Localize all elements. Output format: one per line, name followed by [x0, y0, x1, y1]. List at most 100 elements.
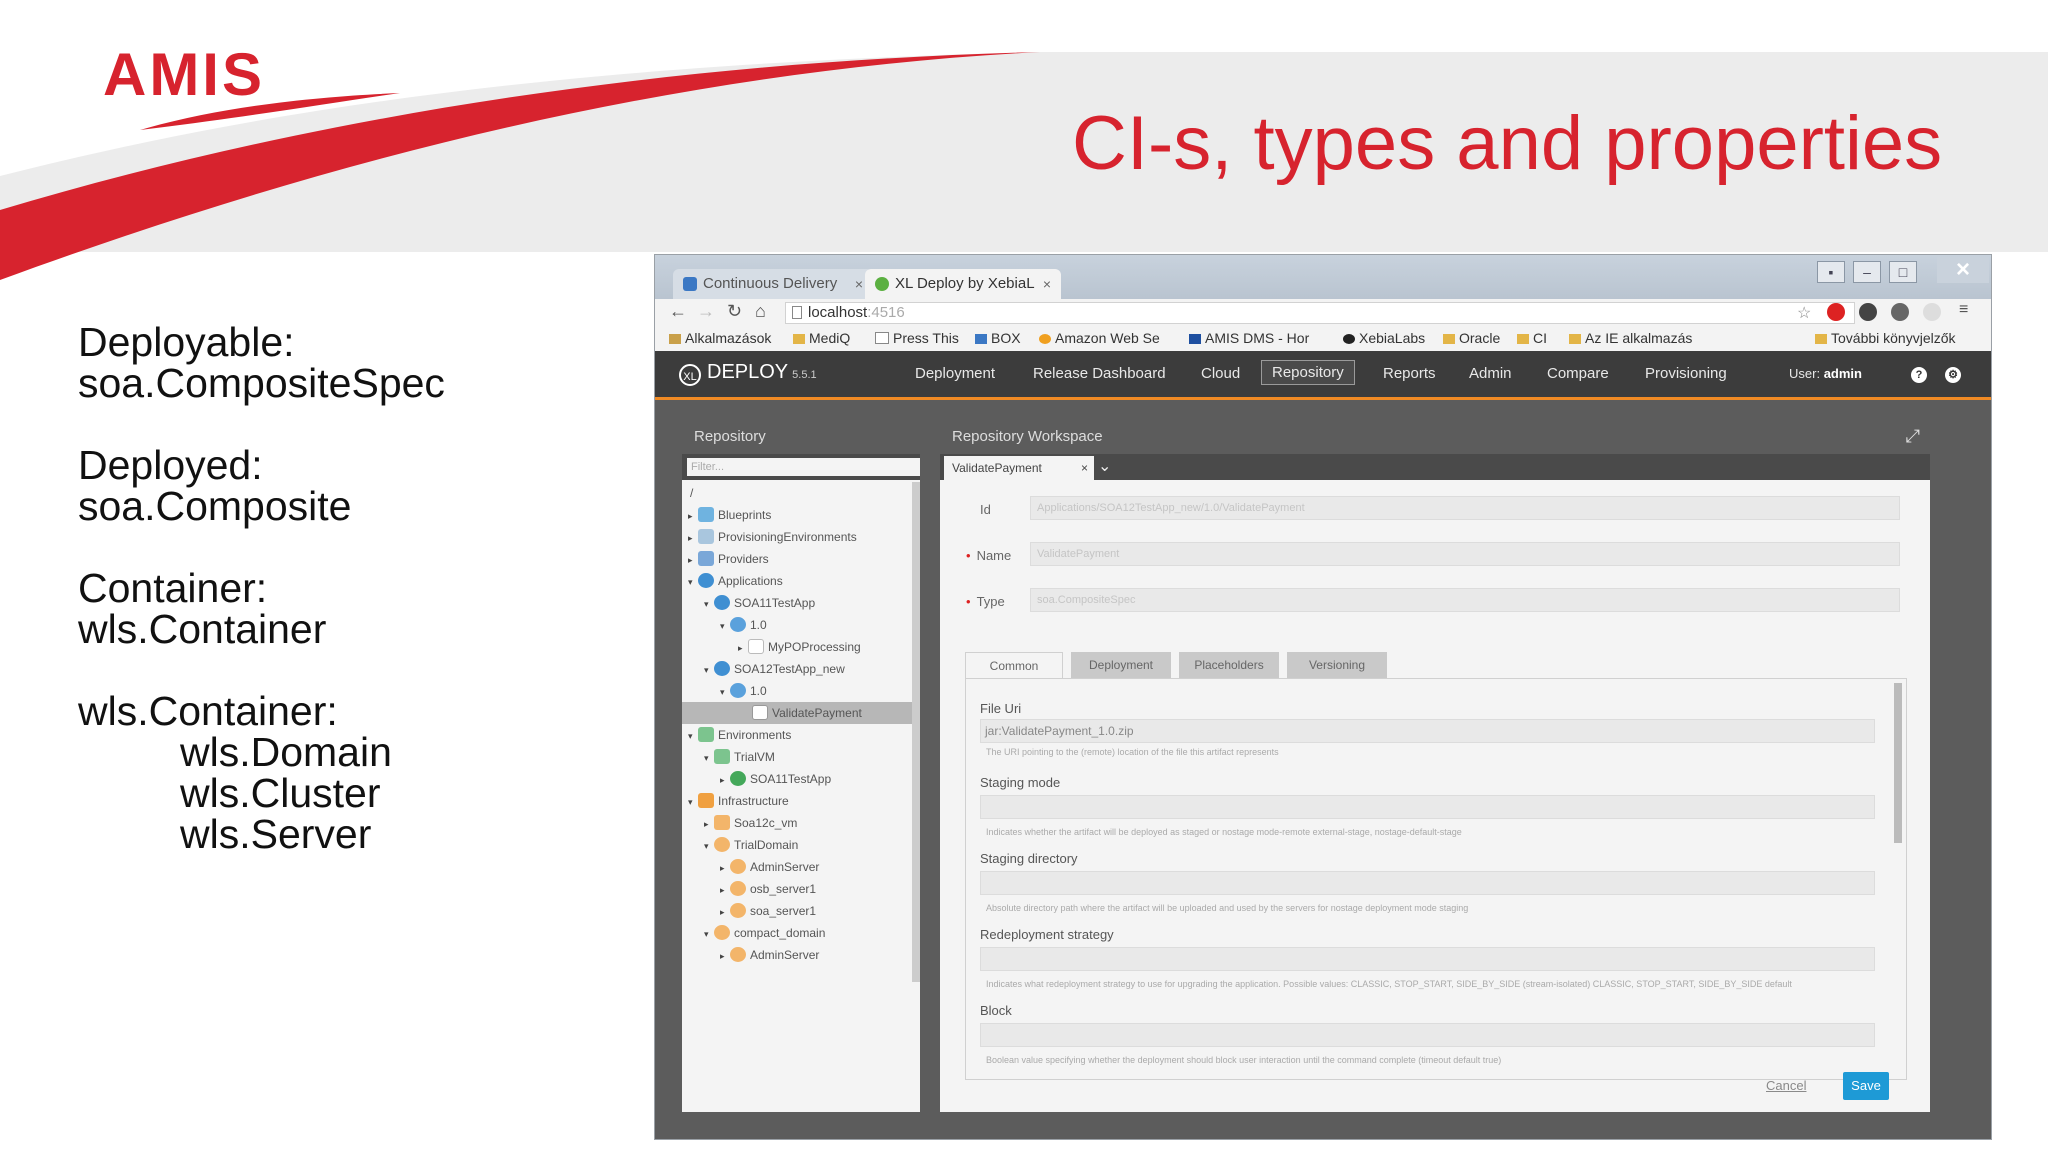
nav-provisioning[interactable]: Provisioning	[1645, 365, 1727, 382]
window-close-button[interactable]: ×	[1937, 257, 1989, 283]
chevron-right-icon[interactable]: ▸	[720, 879, 730, 901]
chevron-down-icon[interactable]: ▾	[688, 571, 698, 593]
gear-icon[interactable]: ⚙	[1945, 367, 1961, 383]
nav-compare[interactable]: Compare	[1547, 365, 1609, 382]
help-icon[interactable]: ?	[1911, 367, 1927, 383]
tree-node-provisioning-environments[interactable]: ▸ ProvisioningEnvironments	[688, 526, 857, 548]
redeployment-strategy-field[interactable]	[980, 947, 1875, 971]
user-indicator[interactable]: User: admin	[1789, 366, 1862, 381]
bookmark-ie[interactable]: Az IE alkalmazás	[1569, 330, 1692, 346]
chevron-right-icon[interactable]: ▸	[720, 857, 730, 879]
expand-icon[interactable]: ⤢	[1906, 426, 1920, 447]
tree-node-soa11testapp-deployed[interactable]: ▸ SOA11TestApp	[720, 768, 831, 790]
tree-node-applications[interactable]: ▾ Applications	[688, 570, 783, 592]
tree-root[interactable]: /	[690, 482, 693, 504]
tree-node-adminserver-compact[interactable]: ▸ AdminServer	[720, 944, 819, 966]
bookmark-box[interactable]: BOX	[975, 330, 1021, 346]
browser-tab-continuous-delivery[interactable]: Continuous Delivery ×	[673, 269, 873, 299]
bookmark-xebialabs[interactable]: XebiaLabs	[1343, 330, 1425, 346]
tab-common[interactable]: Common	[965, 652, 1063, 678]
tree-node-soa12c-vm[interactable]: ▸ Soa12c_vm	[704, 812, 797, 834]
chevron-down-icon[interactable]: ⌄	[1098, 456, 1111, 476]
tree-node-blueprints[interactable]: ▸ Blueprints	[688, 504, 771, 526]
chevron-right-icon[interactable]: ▸	[688, 549, 698, 571]
extension-circle-icon[interactable]	[1859, 303, 1877, 321]
nav-cloud[interactable]: Cloud	[1201, 365, 1240, 382]
chevron-down-icon[interactable]: ▾	[704, 923, 714, 945]
tree-node-osb-server1[interactable]: ▸ osb_server1	[720, 878, 816, 900]
tree-node-soa12testapp-new[interactable]: ▾ SOA12TestApp_new	[704, 658, 845, 680]
bookmark-oracle[interactable]: Oracle	[1443, 330, 1500, 346]
tab-deployment[interactable]: Deployment	[1071, 652, 1171, 678]
reload-icon[interactable]: ↻	[727, 301, 742, 322]
cancel-button[interactable]: Cancel	[1766, 1078, 1806, 1093]
chevron-right-icon[interactable]: ▸	[720, 901, 730, 923]
home-icon[interactable]: ⌂	[755, 301, 766, 322]
chevron-right-icon[interactable]: ▸	[704, 813, 714, 835]
maximize-button[interactable]: □	[1889, 261, 1917, 283]
extension-sync-icon[interactable]	[1891, 303, 1909, 321]
tree-node-validatepayment[interactable]: ValidatePayment	[682, 702, 920, 724]
close-icon[interactable]: ×	[1081, 456, 1088, 480]
tree-node-trialvm[interactable]: ▾ TrialVM	[704, 746, 775, 768]
tab-validatepayment[interactable]: ValidatePayment ×	[944, 456, 1094, 480]
chevron-right-icon[interactable]: ▸	[688, 505, 698, 527]
chevron-down-icon[interactable]: ▾	[704, 747, 714, 769]
back-arrow-icon[interactable]: ←	[669, 301, 687, 322]
star-icon[interactable]: ☆	[1797, 303, 1811, 323]
bookmark-ci[interactable]: CI	[1517, 330, 1547, 346]
close-icon[interactable]: ×	[855, 269, 863, 299]
staging-directory-field[interactable]	[980, 871, 1875, 895]
nav-release-dashboard[interactable]: Release Dashboard	[1033, 365, 1166, 382]
extension-stop-icon[interactable]	[1827, 303, 1845, 321]
chevron-down-icon[interactable]: ▾	[704, 835, 714, 857]
tree-node-mypoprocessing[interactable]: ▸ MyPOProcessing	[738, 636, 861, 658]
tree-scrollbar[interactable]	[912, 482, 920, 982]
chevron-right-icon[interactable]: ▸	[688, 527, 698, 549]
chevron-down-icon[interactable]: ▾	[688, 791, 698, 813]
minimize-button[interactable]: –	[1853, 261, 1881, 283]
chevron-down-icon[interactable]: ▾	[704, 659, 714, 681]
extension-blank-icon[interactable]	[1923, 303, 1941, 321]
nav-admin[interactable]: Admin	[1469, 365, 1512, 382]
forward-arrow-icon[interactable]: →	[697, 301, 715, 322]
chevron-down-icon[interactable]: ▾	[720, 681, 730, 703]
chevron-down-icon[interactable]: ▾	[704, 593, 714, 615]
bookmark-amis-dms[interactable]: AMIS DMS - Hor	[1189, 330, 1309, 346]
chevron-right-icon[interactable]: ▸	[738, 637, 748, 659]
tree-node-soa11testapp[interactable]: ▾ SOA11TestApp	[704, 592, 815, 614]
tree-node-soa-server1[interactable]: ▸ soa_server1	[720, 900, 816, 922]
url-input[interactable]: localhost:4516	[785, 302, 1855, 324]
bookmark-more[interactable]: További könyvjelzők	[1815, 330, 1956, 346]
staging-mode-field[interactable]	[980, 795, 1875, 819]
tree-node-compact-domain[interactable]: ▾ compact_domain	[704, 922, 825, 944]
bookmark-press-this[interactable]: Press This	[875, 330, 959, 346]
close-icon[interactable]: ×	[1043, 269, 1051, 299]
tree-node-infrastructure[interactable]: ▾ Infrastructure	[688, 790, 789, 812]
bookmark-apps[interactable]: Alkalmazások	[669, 330, 771, 346]
nav-reports[interactable]: Reports	[1383, 365, 1436, 382]
name-field[interactable]: ValidatePayment	[1030, 542, 1900, 566]
nav-deployment[interactable]: Deployment	[915, 365, 995, 382]
menu-icon[interactable]: ≡	[1959, 301, 1968, 319]
tab-placeholders[interactable]: Placeholders	[1179, 652, 1279, 678]
tab-versioning[interactable]: Versioning	[1287, 652, 1387, 678]
chevron-right-icon[interactable]: ▸	[720, 945, 730, 967]
nav-repository[interactable]: Repository	[1261, 360, 1355, 385]
person-icon[interactable]: ▪	[1817, 261, 1845, 283]
tree-node-version-1-0[interactable]: ▾ 1.0	[720, 680, 767, 702]
tree-node-version-1-0[interactable]: ▾ 1.0	[720, 614, 767, 636]
properties-scrollbar[interactable]	[1894, 683, 1902, 843]
tree-node-adminserver[interactable]: ▸ AdminServer	[720, 856, 819, 878]
tree-node-trialdomain[interactable]: ▾ TrialDomain	[704, 834, 798, 856]
chevron-down-icon[interactable]: ▾	[720, 615, 730, 637]
type-field[interactable]: soa.CompositeSpec	[1030, 588, 1900, 612]
tree-node-environments[interactable]: ▾ Environments	[688, 724, 791, 746]
chevron-down-icon[interactable]: ▾	[688, 725, 698, 747]
browser-tab-xl-deploy[interactable]: XL Deploy by XebiaL ×	[865, 269, 1061, 299]
tree-node-providers[interactable]: ▸ Providers	[688, 548, 769, 570]
bookmark-amazon[interactable]: Amazon Web Se	[1039, 330, 1160, 346]
id-field[interactable]: Applications/SOA12TestApp_new/1.0/Valida…	[1030, 496, 1900, 520]
file-uri-field[interactable]: jar:ValidatePayment_1.0.zip	[980, 719, 1875, 743]
filter-input[interactable]: Filter...	[687, 458, 920, 476]
